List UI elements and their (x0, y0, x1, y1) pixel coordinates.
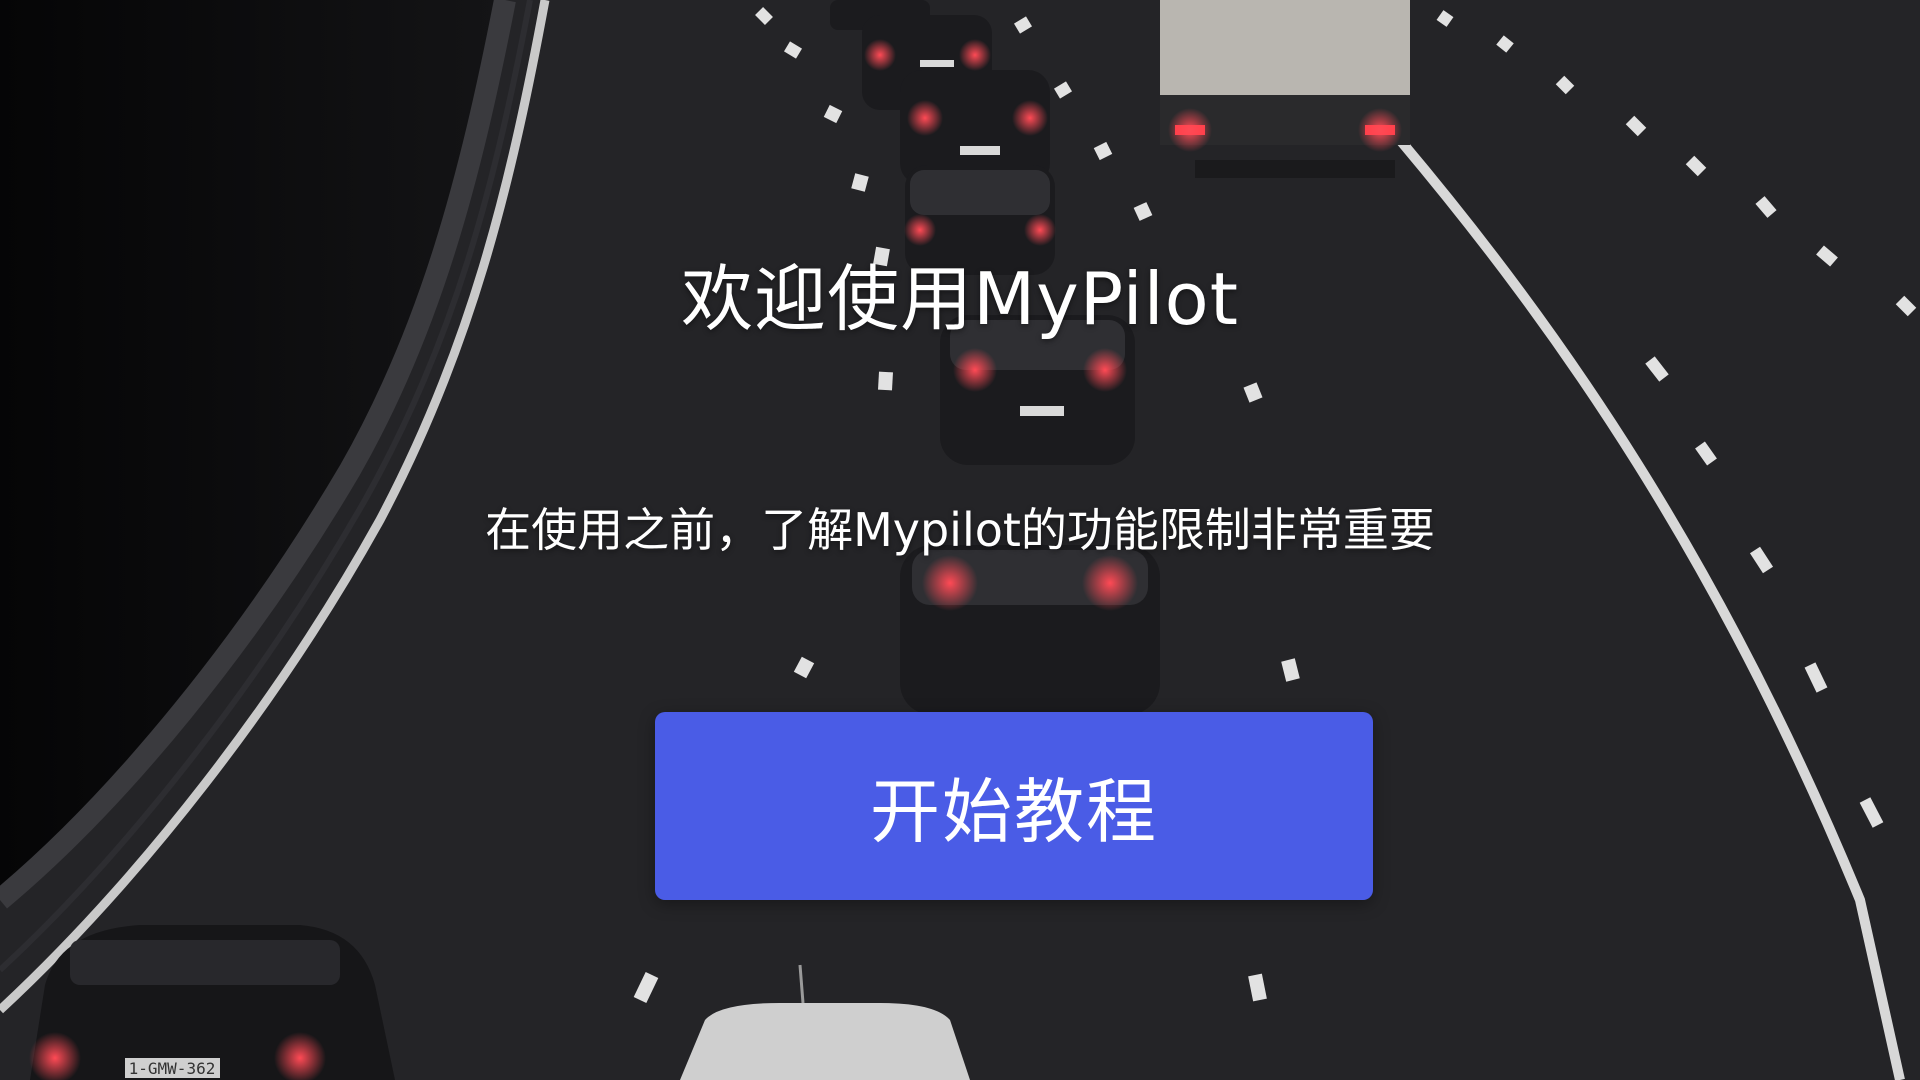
tutorial-welcome-screen: 1-GMW-362 欢迎使用MyPilot 在使用之前，了解Mypilot的功能… (0, 0, 1920, 1080)
welcome-subtitle: 在使用之前，了解Mypilot的功能限制非常重要 (485, 503, 1435, 557)
start-tutorial-button[interactable]: 开始教程 (655, 712, 1373, 900)
welcome-title: 欢迎使用MyPilot (681, 257, 1239, 341)
